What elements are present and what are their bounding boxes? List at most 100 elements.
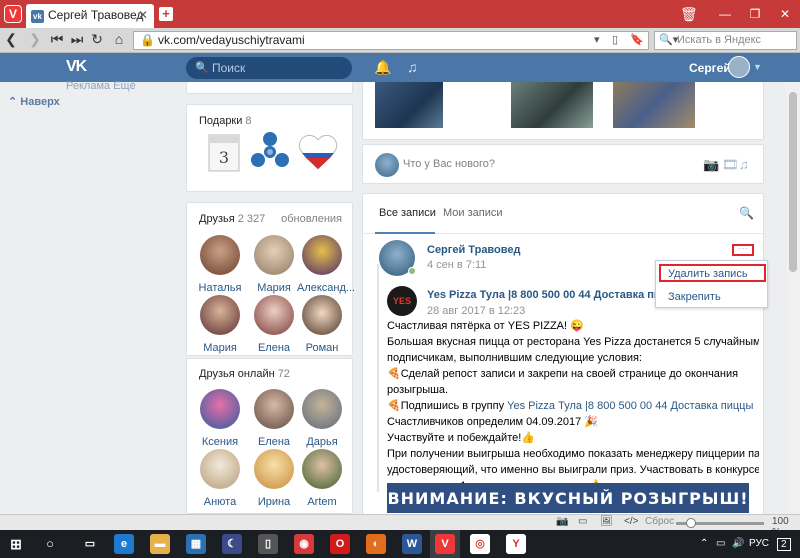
app-icon[interactable]: ◉ [294, 534, 314, 554]
group-link[interactable]: Yes Pizza Тула |8 800 500 00 44 Доставка… [507, 400, 753, 412]
tab-my-posts[interactable]: Мои записи [443, 207, 503, 219]
chevron-down-icon[interactable]: ▼ [753, 62, 762, 72]
promo-banner[interactable]: ВНИМАНИЕ: ВКУСНЫЙ РОЗЫГРЫШ! [387, 483, 749, 513]
online-friend-item[interactable]: Анюта [195, 449, 245, 508]
opera-icon[interactable]: O [330, 534, 350, 554]
music-icon[interactable]: ♫ [739, 157, 749, 172]
photo-thumbnail[interactable] [375, 82, 443, 128]
minimize-icon[interactable]: — [710, 0, 740, 28]
fidget-spinner-gift-icon[interactable] [249, 131, 291, 173]
online-friend-item[interactable]: Ирина [249, 449, 299, 508]
online-friend-item[interactable]: Дарья [297, 389, 347, 448]
word-icon[interactable]: W [402, 534, 422, 554]
back-icon[interactable]: ❮ [2, 31, 20, 48]
app-icon[interactable]: ☾ [222, 534, 242, 554]
task-view-icon[interactable]: ▭ [80, 534, 100, 554]
friend-item[interactable]: Роман [297, 295, 347, 354]
bookmark-icon[interactable]: 🔖 [630, 33, 644, 46]
friend-item[interactable]: Александ... [297, 235, 355, 294]
tab-all-posts[interactable]: Все записи [379, 207, 436, 219]
friend-item[interactable]: Мария [249, 235, 299, 294]
friend-item[interactable]: Наталья [195, 235, 245, 294]
app-icon[interactable]: ▯ [258, 534, 278, 554]
repost-author[interactable]: Yes Pizza Тула |8 800 500 00 44 Доставка… [427, 289, 684, 301]
tiling-icon[interactable]: ▭ [578, 516, 587, 527]
friends-updates-link[interactable]: обновления [281, 213, 342, 225]
repost-date[interactable]: 28 авг 2017 в 12:23 [427, 305, 525, 317]
language-indicator[interactable]: РУС [749, 538, 769, 549]
rewind-icon[interactable]: ⏮ [48, 31, 66, 48]
notifications-icon[interactable]: 🔔 [374, 59, 391, 76]
post-composer[interactable]: Что у Вас нового? 📷 🎞 ♫ [362, 144, 764, 184]
vivaldi-icon[interactable]: V [435, 534, 455, 554]
yandex-icon[interactable]: Y [506, 534, 526, 554]
file-explorer-icon[interactable]: ▬ [150, 534, 170, 554]
friend-item[interactable]: Елена [249, 295, 299, 354]
photo-thumbnail[interactable] [613, 82, 695, 128]
browser-tab[interactable]: vk Сергей Травовед ✕ [26, 4, 154, 28]
gifts-title[interactable]: Подарки 8 [199, 115, 252, 127]
video-icon[interactable]: 🎞 [722, 157, 739, 173]
friends-count: 2 327 [237, 213, 266, 225]
scrollbar-thumb[interactable] [789, 92, 797, 272]
dropdown-arrow-icon[interactable]: ▾ [594, 33, 600, 46]
post-more-button[interactable]: ··· [732, 244, 754, 256]
tray-arrow-icon[interactable]: ⌃ [700, 538, 708, 549]
friends-title[interactable]: Друзья 2 327 [199, 213, 265, 225]
notifications-badge[interactable]: 2 [777, 538, 791, 551]
screenshot-icon[interactable]: 📷 [556, 516, 568, 527]
delete-post-item[interactable]: Удалить запись [668, 268, 748, 280]
edge-icon[interactable]: e [114, 534, 134, 554]
camera-icon[interactable]: 📷 [703, 157, 719, 173]
photo-thumbnail[interactable] [511, 82, 593, 128]
fastforward-icon[interactable]: ⏭ [68, 31, 86, 48]
pin-post-item[interactable]: Закрепить [668, 291, 721, 303]
windows-start-icon[interactable]: ⊞ [6, 534, 26, 554]
vk-logo-icon[interactable]: VK [66, 58, 87, 76]
tab-underline [375, 232, 435, 234]
zoom-reset[interactable]: Сброс [645, 516, 674, 527]
online-friend-item[interactable]: Ксения [195, 389, 245, 448]
online-friends-title[interactable]: Друзья онлайн 72 [199, 368, 290, 380]
page-scrollbar[interactable] [786, 82, 800, 514]
reload-icon[interactable]: ↻ [88, 31, 106, 48]
online-friend-item[interactable]: Artem [297, 449, 347, 508]
friend-item[interactable]: Мария [195, 295, 245, 354]
search-engine-box[interactable]: 🔍▾ Искать в Яндекс [654, 31, 797, 50]
close-window-icon[interactable]: ✕ [770, 0, 800, 28]
repost-group-avatar[interactable]: YES [387, 286, 417, 316]
maximize-icon[interactable]: ❐ [740, 0, 770, 28]
search-icon[interactable]: ○ [40, 534, 60, 554]
scroll-top-link[interactable]: ⌃ Наверх [8, 95, 60, 108]
page-actions-icon[interactable]: </> [624, 516, 638, 527]
chrome-icon[interactable]: ◎ [470, 534, 490, 554]
left-menu-footer[interactable]: Реклама Ещё [66, 80, 136, 92]
vivaldi-menu-icon[interactable]: V [4, 5, 22, 23]
zoom-slider[interactable] [686, 518, 696, 528]
avatar[interactable] [728, 56, 750, 78]
images-icon[interactable]: 🖼 [600, 516, 613, 527]
home-icon[interactable]: ⌂ [110, 31, 128, 47]
new-tab-button[interactable]: + [159, 7, 173, 21]
firefox-icon[interactable]: ◐ [366, 534, 386, 554]
post-author-name[interactable]: Сергей Травовед [427, 244, 521, 256]
volume-icon[interactable]: 🔊 [732, 538, 744, 549]
post-date[interactable]: 4 сен в 7:11 [427, 259, 486, 271]
search-engine-placeholder: Искать в Яндекс [677, 34, 762, 46]
close-tab-icon[interactable]: ✕ [138, 8, 148, 22]
reader-icon[interactable]: ▯ [612, 33, 618, 46]
post-line: подписчикам, выполнившим следующие услов… [387, 352, 642, 364]
friend-name: Елена [257, 436, 291, 448]
forward-icon[interactable]: ❯ [26, 31, 44, 48]
search-icon[interactable]: 🔍 [739, 206, 754, 220]
music-icon[interactable]: ♫ [407, 59, 418, 75]
online-friend-item[interactable]: Елена [249, 389, 299, 448]
user-name[interactable]: Сергей [689, 61, 731, 75]
vk-search-input[interactable]: 🔍 Поиск [186, 57, 352, 79]
store-icon[interactable]: ▦ [186, 534, 206, 554]
trash-icon[interactable]: 🗑 [680, 6, 698, 23]
address-bar[interactable]: 🔒 vk.com/vedayuschiytravami ▾ ▯ 🔖 [133, 31, 649, 50]
network-icon[interactable]: ▭ [716, 538, 725, 549]
heart-gift-icon[interactable] [297, 131, 339, 173]
calendar-gift-icon[interactable]: 3 [203, 131, 245, 173]
